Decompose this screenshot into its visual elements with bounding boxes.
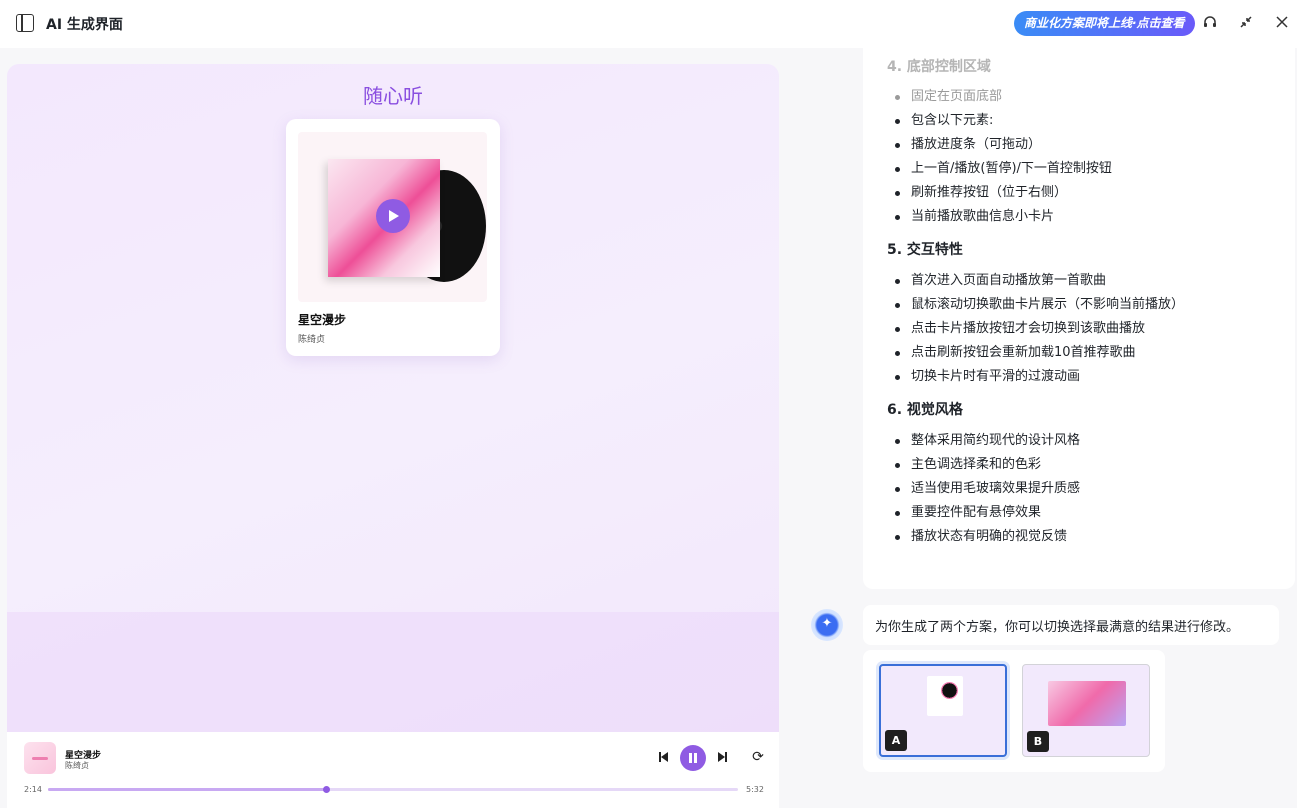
song-artist: 陈绮贞 bbox=[298, 335, 326, 345]
now-playing-thumbnail bbox=[24, 742, 56, 774]
design-options: A B bbox=[863, 650, 1165, 772]
progress-bar[interactable] bbox=[48, 786, 738, 793]
section-heading: 4. 底部控制区域 bbox=[887, 59, 991, 75]
list-item: 刷新推荐按钮（位于右侧） bbox=[895, 181, 1112, 205]
promo-banner-button[interactable]: 商业化方案即将上线·点击查看 bbox=[1014, 11, 1195, 36]
list-item: 固定在页面底部 bbox=[895, 85, 1112, 109]
song-card[interactable]: 星空漫步 陈绮贞 bbox=[286, 119, 500, 356]
list-item: 重要控件配有悬停效果 bbox=[894, 501, 1080, 525]
previous-track-button[interactable] bbox=[657, 750, 671, 764]
list-item: 整体采用简约现代的设计风格 bbox=[894, 429, 1080, 453]
total-time: 5:32 bbox=[746, 785, 764, 794]
option-b-thumbnail[interactable]: B bbox=[1022, 664, 1150, 757]
ai-avatar-icon bbox=[811, 609, 843, 641]
list-item: 上一首/播放(暂停)/下一首控制按钮 bbox=[895, 157, 1112, 181]
list-item: 播放状态有明确的视觉反馈 bbox=[894, 525, 1080, 549]
close-icon[interactable] bbox=[1273, 14, 1291, 32]
option-preview bbox=[1048, 681, 1126, 726]
list-item: 适当使用毛玻璃效果提升质感 bbox=[894, 477, 1080, 501]
album-art bbox=[298, 132, 487, 302]
option-preview bbox=[927, 676, 963, 716]
player-bar: 星空漫步 陈绮贞 ⟳ 2:14 5:32 bbox=[7, 732, 779, 808]
now-playing-artist: 陈绮贞 bbox=[65, 761, 89, 770]
top-bar: AI 生成界面 商业化方案即将上线·点击查看 bbox=[0, 0, 1297, 48]
section-list: 整体采用简约现代的设计风格 主色调选择柔和的色彩 适当使用毛玻璃效果提升质感 重… bbox=[894, 429, 1080, 549]
progress-thumb[interactable] bbox=[323, 786, 331, 793]
spec-panel: 4. 底部控制区域 固定在页面底部 包含以下元素: 播放进度条（可拖动） 上一首… bbox=[863, 48, 1295, 589]
collapse-icon[interactable] bbox=[1237, 14, 1255, 32]
list-item: 点击刷新按钮会重新加载10首推荐歌曲 bbox=[894, 341, 1184, 365]
section-heading: 5. 交互特性 bbox=[887, 242, 963, 258]
pause-button[interactable] bbox=[680, 745, 706, 771]
song-title: 星空漫步 bbox=[298, 313, 347, 327]
sidebar-toggle-icon[interactable] bbox=[16, 14, 34, 32]
list-item: 鼠标滚动切换歌曲卡片展示（不影响当前播放） bbox=[894, 293, 1184, 317]
app-title: 随心听 bbox=[363, 84, 423, 108]
current-time: 2:14 bbox=[24, 785, 42, 794]
section-list: 首次进入页面自动播放第一首歌曲 鼠标滚动切换歌曲卡片展示（不影响当前播放） 点击… bbox=[894, 269, 1184, 389]
ai-message: 为你生成了两个方案，你可以切换选择最满意的结果进行修改。 bbox=[863, 605, 1279, 645]
list-item: 首次进入页面自动播放第一首歌曲 bbox=[894, 269, 1184, 293]
list-item: 包含以下元素: bbox=[895, 109, 1112, 133]
next-track-button[interactable] bbox=[716, 750, 730, 764]
list-item: 点击卡片播放按钮才会切换到该歌曲播放 bbox=[894, 317, 1184, 341]
section-list: 固定在页面底部 包含以下元素: 播放进度条（可拖动） 上一首/播放(暂停)/下一… bbox=[895, 85, 1112, 229]
option-a-thumbnail[interactable]: A bbox=[879, 664, 1007, 757]
list-item: 播放进度条（可拖动） bbox=[895, 133, 1112, 157]
refresh-icon[interactable]: ⟳ bbox=[750, 749, 766, 765]
option-label: B bbox=[1027, 731, 1049, 752]
list-item: 当前播放歌曲信息小卡片 bbox=[895, 205, 1112, 229]
headset-icon[interactable] bbox=[1201, 14, 1219, 32]
list-item: 切换卡片时有平滑的过渡动画 bbox=[894, 365, 1184, 389]
progress-fill bbox=[48, 788, 327, 791]
page-title: AI 生成界面 bbox=[46, 17, 123, 33]
option-label: A bbox=[885, 730, 907, 751]
section-heading: 6. 视觉风格 bbox=[887, 402, 963, 418]
background-band bbox=[7, 612, 779, 732]
generated-ui-preview: 随心听 星空漫步 陈绮贞 星空漫步 陈绮贞 ⟳ 2:14 5:32 bbox=[7, 64, 779, 808]
play-button[interactable] bbox=[376, 199, 410, 233]
list-item: 主色调选择柔和的色彩 bbox=[894, 453, 1080, 477]
